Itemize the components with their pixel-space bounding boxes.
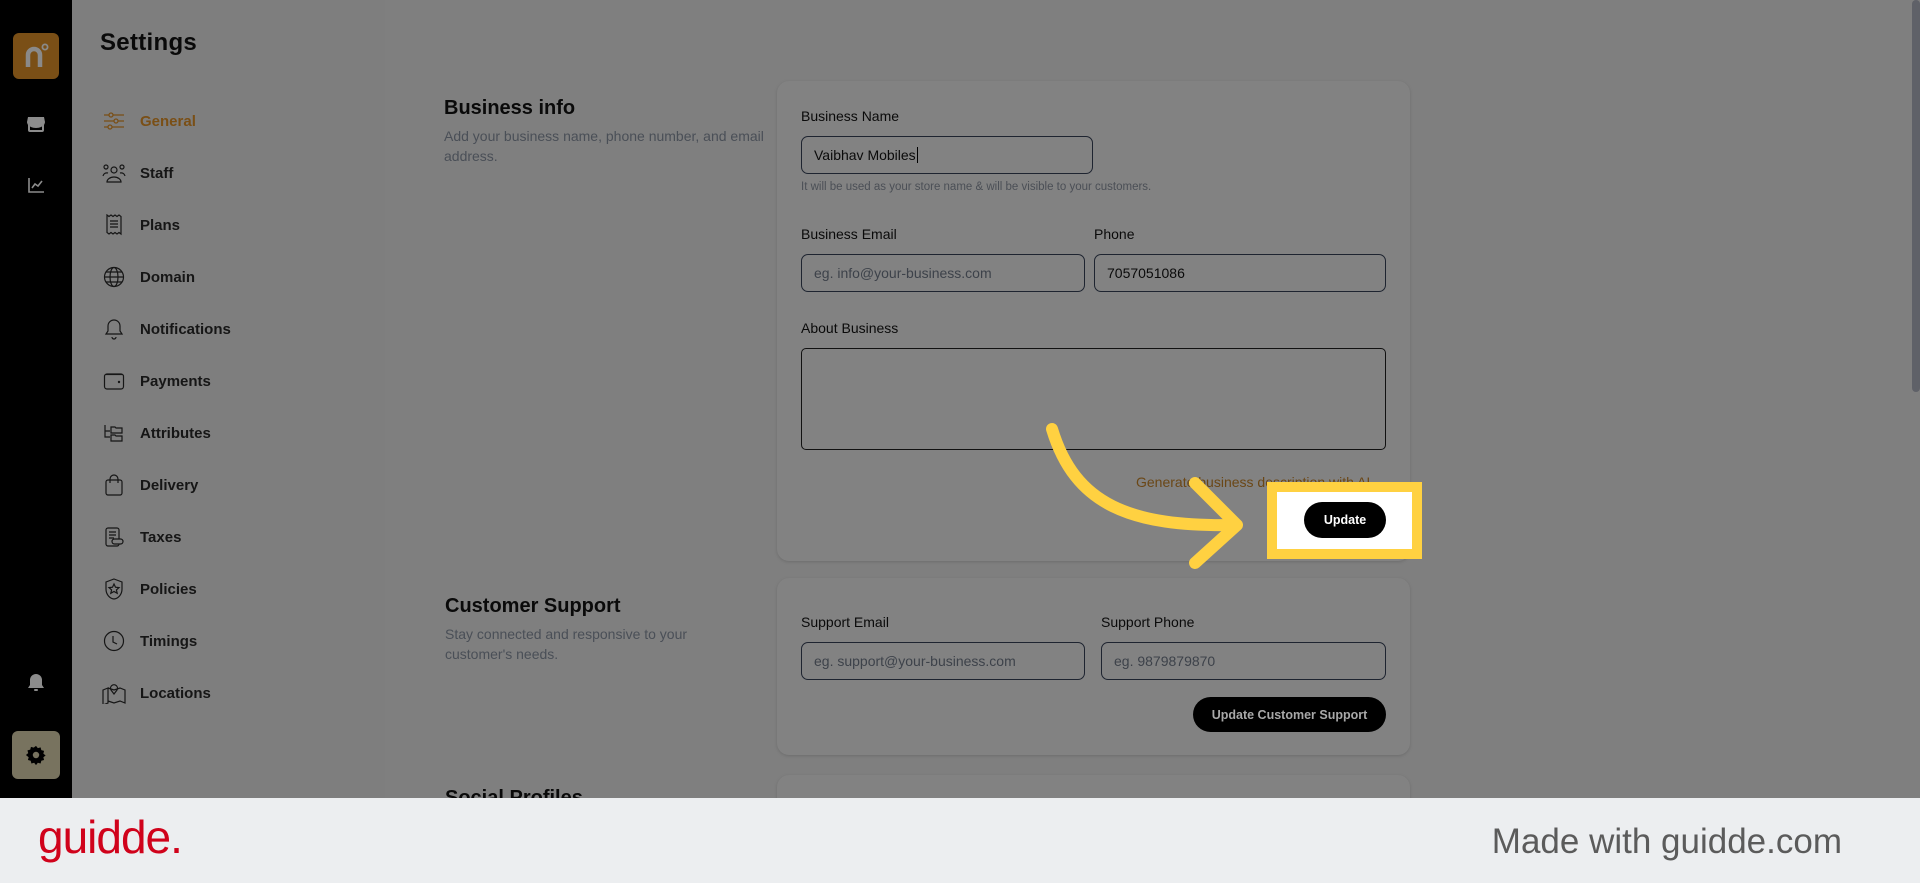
store-icon [27,117,45,132]
shield-star-icon [102,577,126,601]
business-email-label: Business Email [801,226,897,242]
sidebar-item-staff[interactable]: Staff [102,147,231,199]
support-phone-label: Support Phone [1101,614,1195,630]
sidebar-item-delivery[interactable]: Delivery [102,459,231,511]
guidde-footer: guidde. Made with guidde.com [0,798,1920,883]
made-with-guidde-text: Made with guidde.com [1491,822,1842,861]
sidebar-item-policies[interactable]: Policies [102,563,231,615]
sidebar-item-label: Taxes [140,528,182,546]
update-customer-support-button[interactable]: Update Customer Support [1193,697,1386,732]
sidebar-item-notifications[interactable]: Notifications [102,303,231,355]
nav-rail [0,0,72,798]
update-button[interactable]: Update [1304,502,1386,538]
settings-nav: General Staff Plans Domain Notifications… [102,95,231,719]
app-window: Settings General Staff Plans Domain Noti… [0,0,1920,798]
business-name-value: Vaibhav Mobiles [814,147,916,163]
rail-analytics-button[interactable] [12,165,60,205]
sidebar-item-locations[interactable]: Locations [102,667,231,719]
support-email-input[interactable]: eg. support@your-business.com [801,642,1085,680]
sidebar-item-label: Attributes [140,424,211,442]
business-info-description: Add your business name, phone number, an… [444,128,764,164]
business-name-input[interactable]: Vaibhav Mobiles [801,136,1093,174]
analytics-icon [28,178,44,193]
wallet-icon [102,369,126,393]
customer-support-card: Support Email eg. support@your-business.… [777,578,1410,755]
map-pin-icon [102,681,126,705]
app-logo[interactable] [13,33,59,79]
business-name-label: Business Name [801,108,900,124]
sidebar-item-label: Timings [140,632,198,650]
folder-tree-icon [102,421,126,445]
tax-document-icon [102,525,126,549]
sidebar-item-general[interactable]: General [102,95,231,147]
rail-notifications-button[interactable] [12,663,60,703]
support-phone-input[interactable]: eg. 9879879870 [1101,642,1386,680]
customer-support-title: Customer Support [445,595,621,617]
logo-n-icon [25,43,49,67]
rail-settings-button[interactable] [12,731,60,779]
clock-icon [102,629,126,653]
settings-gear-icon [25,745,46,766]
phone-label: Phone [1094,226,1135,242]
globe-icon [102,265,126,289]
bell-icon [28,674,44,691]
sidebar-item-label: Policies [140,580,197,598]
business-info-title: Business info [444,97,576,119]
sidebar-item-label: Notifications [140,320,231,338]
sidebar-item-taxes[interactable]: Taxes [102,511,231,563]
page-title: Settings [100,29,198,56]
bell-icon [102,317,126,341]
sidebar-item-timings[interactable]: Timings [102,615,231,667]
main-content: Business info Add your business name, ph… [385,0,1920,798]
sidebar-item-attributes[interactable]: Attributes [102,407,231,459]
social-profiles-title: Social Profiles [445,787,583,798]
phone-input[interactable]: 7057051086 [1094,254,1386,292]
sidebar-item-label: Domain [140,268,196,286]
social-profiles-card [777,775,1410,798]
customer-support-description: Stay connected and responsive to your cu… [445,626,688,662]
users-icon [102,161,126,185]
sidebar-item-plans[interactable]: Plans [102,199,231,251]
business-email-input[interactable]: eg. info@your-business.com [801,254,1085,292]
sidebar-item-label: General [140,112,196,130]
sidebar-item-payments[interactable]: Payments [102,355,231,407]
sidebar-item-label: Payments [140,372,211,390]
guidde-logo: guidde. [38,811,183,863]
sidebar-item-label: Delivery [140,476,199,494]
about-business-textarea[interactable] [801,348,1386,450]
rail-store-button[interactable] [12,104,60,144]
sidebar-item-label: Plans [140,216,181,234]
receipt-icon [102,213,126,237]
sliders-icon [102,109,126,133]
business-name-hint: It will be used as your store name & wil… [801,181,1152,193]
vertical-scrollbar[interactable] [1912,0,1920,392]
shopping-bag-icon [102,473,126,497]
sidebar-item-label: Locations [140,684,211,702]
about-business-label: About Business [801,320,899,336]
support-email-label: Support Email [801,614,889,630]
sidebar-item-domain[interactable]: Domain [102,251,231,303]
text-caret [916,147,918,163]
sidebar-item-label: Staff [140,164,174,182]
settings-sidebar: Settings General Staff Plans Domain Noti… [72,0,385,798]
